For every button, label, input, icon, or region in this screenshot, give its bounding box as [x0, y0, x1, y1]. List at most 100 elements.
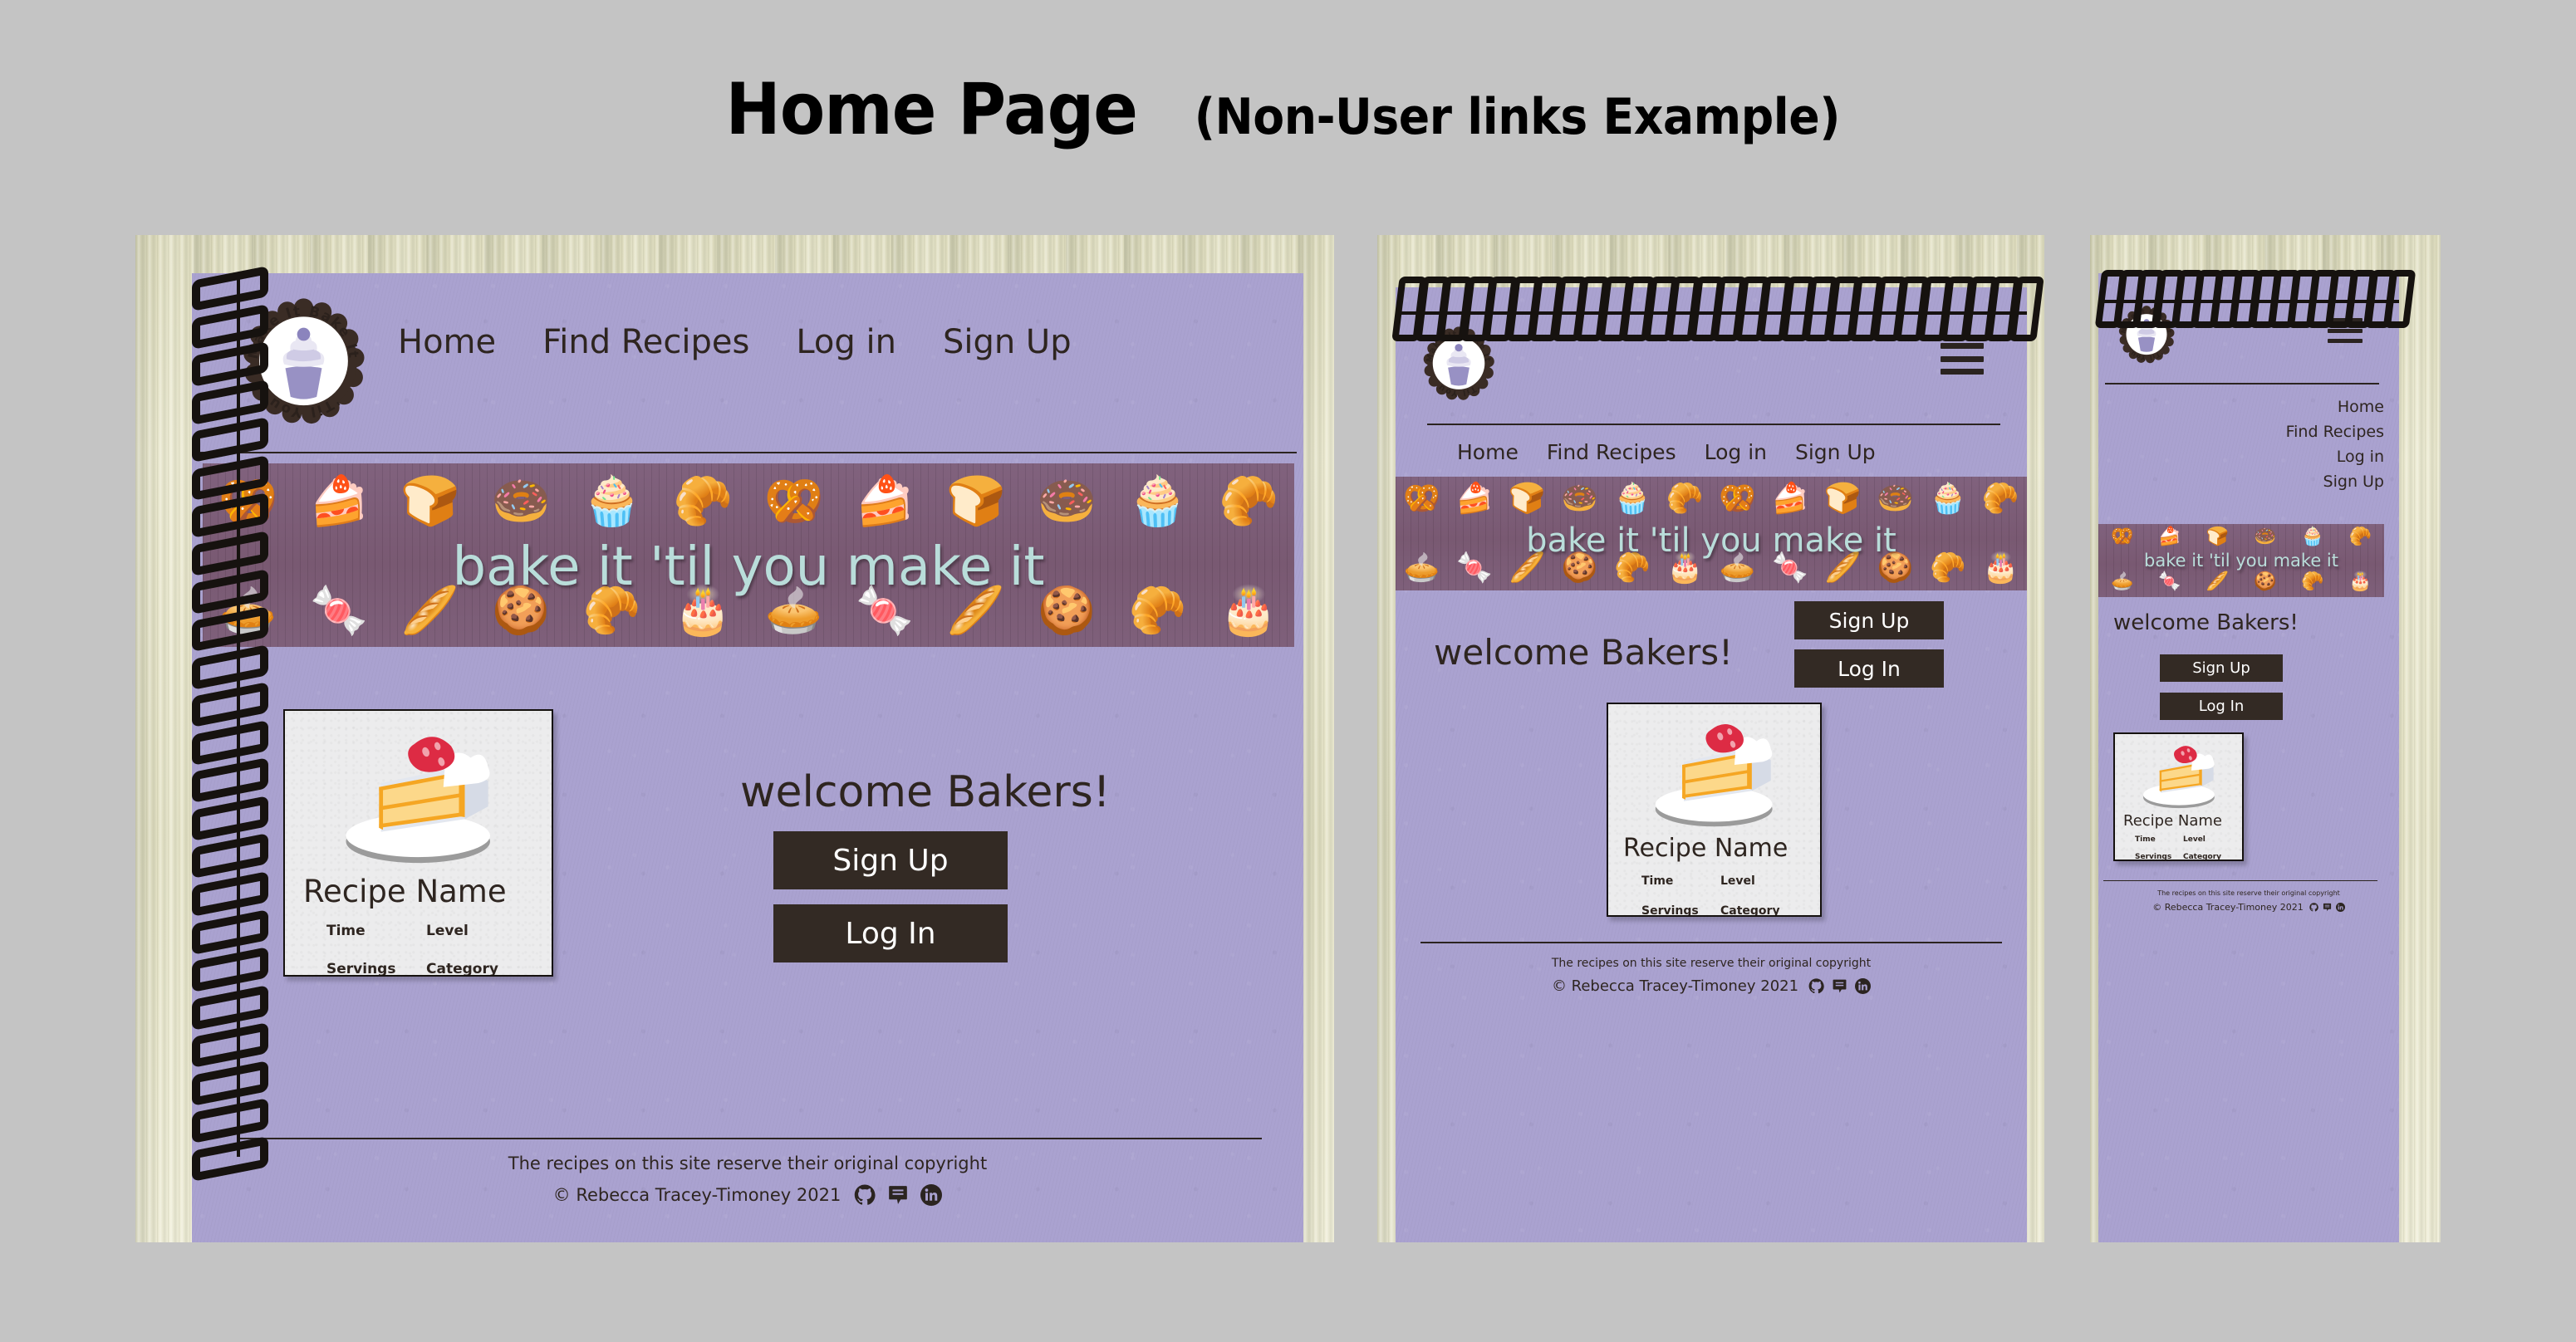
site-logo[interactable] — [2117, 305, 2176, 365]
spiral-rod-horizontal — [2098, 300, 2399, 303]
banner-tagline: bake it 'til you make it — [1526, 522, 1896, 560]
banner-treats-bottom: 🥧 🍬 🥖 🍪 🥐 🎂 — [2098, 571, 2384, 594]
nav-item-find-recipes[interactable]: Find Recipes — [1547, 440, 1676, 464]
site-logo[interactable] — [1420, 326, 1497, 402]
header-divider — [200, 452, 1297, 453]
linkedin-icon[interactable] — [1855, 978, 1872, 994]
recipe-card-title: Recipe Name — [1623, 834, 1788, 863]
desktop-nav: Home Find Recipes Log in Sign Up — [398, 323, 1072, 361]
nav-item-find-recipes[interactable]: Find Recipes — [542, 323, 749, 361]
recipe-card-image — [2115, 739, 2242, 812]
treat: 🍞 — [945, 473, 1006, 529]
login-button[interactable]: Log In — [2160, 693, 2283, 720]
footer-credit: © Rebecca Tracey-Timoney 2021 — [1551, 977, 1799, 995]
page-title-sub: (Non-User links Example) — [1195, 88, 1841, 146]
recipe-card[interactable]: Recipe Name Time Level Servings Category — [1607, 703, 1822, 917]
treat: 🍰 — [1771, 482, 1809, 516]
footer-divider — [1420, 942, 2002, 943]
hamburger-menu-icon[interactable] — [1941, 343, 1984, 375]
banner-treats-top: 🥨 🍰 🍞 🍩 🧁 🥐 — [2098, 526, 2384, 549]
social-links — [2309, 903, 2345, 912]
footer-credit-row: © Rebecca Tracey-Timoney 2021 — [2098, 902, 2399, 913]
welcome-headline: welcome Bakers! — [2113, 610, 2299, 635]
recipe-card-image — [1608, 713, 1820, 834]
nav-item-log-in[interactable]: Log in — [796, 323, 896, 361]
treat: 🧁 — [1929, 482, 1967, 516]
treat: 🍩 — [1877, 482, 1915, 516]
nav-item-sign-up[interactable]: Sign Up — [1795, 440, 1876, 464]
mobile-mockup: Home Find Recipes Log in Sign Up 🥨 🍰 🍞 🍩 🧁 🥐 … — [2090, 235, 2441, 1242]
hamburger-menu-icon[interactable] — [2328, 318, 2363, 343]
treat: 🍩 — [1561, 482, 1599, 516]
treat: 🥐 — [1666, 482, 1704, 516]
treat: 🍰 — [1455, 482, 1494, 516]
hero-banner: 🥨 🍰 🍞 🍩 🧁 🥐 🥨 🍰 🍞 🍩 🧁 🥐 bake it 'til you make it 🥧 🍬… — [203, 463, 1294, 647]
signup-button[interactable]: Sign Up — [1794, 601, 1944, 639]
welcome-headline: welcome Bakers! — [740, 767, 1111, 817]
footer-copyright-note: The recipes on this site reserve their o… — [508, 1153, 988, 1173]
recipe-card-title: Recipe Name — [303, 874, 507, 909]
treat: 🍪 — [2253, 571, 2277, 592]
treat: 🍞 — [1508, 482, 1546, 516]
treat: 🥨 — [1403, 482, 1441, 516]
nav-item-log-in[interactable]: Log in — [1705, 440, 1767, 464]
hero-banner: 🥨 🍰 🍞 🍩 🧁 🥐 bake it 'til you make it 🥧 🍬 🥖 🍪 🥐 🎂 — [2098, 524, 2384, 597]
login-button[interactable]: Log In — [773, 904, 1008, 962]
recipe-meta-time: Time — [326, 923, 366, 939]
treat: 🥐 — [2348, 527, 2372, 547]
nav-item-sign-up[interactable]: Sign Up — [943, 323, 1072, 361]
github-icon[interactable] — [1808, 978, 1824, 994]
nav-item-home[interactable]: Home — [398, 323, 496, 361]
nav-item-sign-up[interactable]: Sign Up — [2323, 473, 2384, 491]
signup-button[interactable]: Sign Up — [2160, 654, 2283, 682]
github-icon[interactable] — [2309, 903, 2318, 912]
recipe-card-meta: Time Level Servings Category — [326, 923, 526, 977]
site-logo[interactable] — [238, 296, 369, 427]
treat: 🍩 — [2253, 527, 2277, 547]
linkedin-icon[interactable] — [920, 1184, 943, 1206]
login-button[interactable]: Log In — [1794, 649, 1944, 688]
treat: 🥐 — [2301, 571, 2324, 592]
recipe-meta-time: Time — [2135, 835, 2156, 844]
banner-tagline: bake it 'til you make it — [452, 536, 1045, 598]
header-divider — [1427, 424, 2000, 425]
desktop-mockup: Home Find Recipes Log in Sign Up 🥨 🍰 🍞 🍩 🧁 🥐 🥨… — [135, 235, 1334, 1242]
nav-item-find-recipes[interactable]: Find Recipes — [2286, 423, 2384, 441]
site-footer: The recipes on this site reserve their o… — [1396, 957, 2027, 995]
github-icon[interactable] — [854, 1184, 876, 1206]
nav-item-home[interactable]: Home — [2338, 398, 2384, 416]
nav-item-log-in[interactable]: Log in — [2337, 448, 2384, 466]
treat: 🥐 — [1219, 473, 1279, 529]
recipe-card-meta: Time Level Servings Category — [1641, 874, 1799, 917]
nav-item-home[interactable]: Home — [1457, 440, 1519, 464]
recipe-meta-servings: Servings — [326, 961, 396, 977]
footer-divider — [2103, 880, 2377, 881]
recipe-card-meta: Time Level Servings Category — [2135, 835, 2231, 860]
recipe-card[interactable]: Recipe Name Time Level Servings Category — [2113, 732, 2244, 861]
footer-copyright-note: The recipes on this site reserve their o… — [1551, 957, 1872, 970]
treat: 🍞 — [2206, 527, 2230, 547]
treat: 🍩 — [491, 473, 552, 529]
signup-button[interactable]: Sign Up — [773, 831, 1008, 889]
recipe-meta-time: Time — [1641, 874, 1674, 888]
slack-icon[interactable] — [1832, 978, 1847, 994]
banner-treats-top: 🥨 🍰 🍞 🍩 🧁 🥐 🥨 🍰 🍞 🍩 🧁 🥐 — [203, 470, 1294, 531]
recipe-meta-category: Category — [1720, 904, 1780, 917]
treat: 🥧 — [2110, 571, 2134, 592]
treat: 🍬 — [2158, 571, 2181, 592]
recipe-card-title: Recipe Name — [2123, 812, 2222, 830]
footer-divider — [240, 1138, 1262, 1139]
footer-credit-row: © Rebecca Tracey-Timoney 2021 — [192, 1184, 1303, 1206]
social-links — [854, 1184, 943, 1206]
site-footer: The recipes on this site reserve their o… — [2098, 889, 2399, 913]
footer-credit: © Rebecca Tracey-Timoney 2021 — [552, 1185, 841, 1205]
treat: 🍰 — [2158, 527, 2181, 547]
treat: 🎂 — [2348, 571, 2372, 592]
recipe-meta-servings: Servings — [1641, 904, 1699, 917]
linkedin-icon[interactable] — [2335, 903, 2345, 912]
slack-icon[interactable] — [2323, 903, 2332, 912]
slack-icon[interactable] — [887, 1184, 909, 1206]
recipe-card[interactable]: Recipe Name Time Level Servings Category — [283, 709, 553, 977]
footer-copyright-note: The recipes on this site reserve their o… — [2157, 889, 2340, 897]
tablet-nav: Home Find Recipes Log in Sign Up — [1457, 440, 1876, 464]
